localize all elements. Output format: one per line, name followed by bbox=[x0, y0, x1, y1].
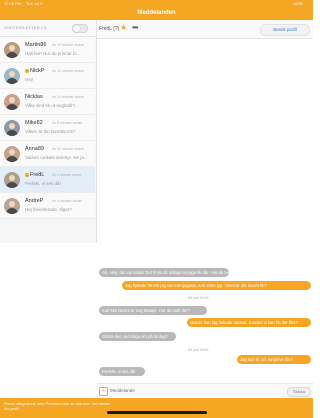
filter-toggle[interactable] bbox=[72, 24, 88, 33]
avatar-body bbox=[6, 104, 18, 110]
avatar-body bbox=[6, 208, 18, 214]
contact-name-text: Mike82 bbox=[25, 120, 43, 126]
contact-preview: Perfekt, vi ses då! bbox=[25, 181, 61, 186]
avatar-body bbox=[6, 78, 18, 84]
avatar-body bbox=[6, 182, 18, 188]
avatar-head bbox=[9, 175, 15, 181]
toggle-knob bbox=[73, 25, 80, 32]
chat-contact-name[interactable]: FredL (?) bbox=[99, 26, 119, 32]
conversation-list: SORTERA EFTER (?) Martin86 för 19 minuter… bbox=[0, 20, 97, 243]
incoming-message: Kul! Min favorit är nog Mataje. Har du v… bbox=[99, 306, 207, 315]
contact-item[interactable]: Anna89 för 11 minuter sedan Vadom runkale … bbox=[0, 141, 95, 167]
contact-preview: Vadom runkale äventyr. Ne ja... bbox=[25, 155, 87, 160]
list-toolbar: SORTERA EFTER (?) bbox=[0, 20, 96, 37]
status-time: 12:05 PM bbox=[4, 1, 22, 6]
contact-name-text: AndreP bbox=[25, 198, 44, 204]
contact-name: FredL bbox=[25, 172, 44, 178]
contact-preview: Hej! bbox=[25, 77, 34, 82]
incoming-message: Perfekt, vi ses då! bbox=[99, 367, 145, 376]
contact-time: för 24 minuter sedan bbox=[52, 95, 85, 99]
date-separator: 04 juli 2019 bbox=[188, 295, 209, 300]
contact-item[interactable]: FredL för 1 timmar sedan Perfekt, vi ses d… bbox=[0, 167, 95, 193]
contact-preview: Vilka vind ek ut augbokl?... bbox=[25, 103, 79, 108]
message-thread: Ah, okej, det var kalas! Det finns så må… bbox=[97, 39, 313, 382]
contact-name-text: Nicklas bbox=[25, 94, 43, 100]
more-icon[interactable]: ••• bbox=[132, 24, 138, 32]
contact-time: för 11 minuter sedan bbox=[52, 69, 84, 73]
avatar-head bbox=[9, 149, 15, 155]
incoming-message: Gärna det, vad säga om på lördag? bbox=[99, 332, 176, 341]
avatar-head bbox=[9, 71, 15, 77]
status-date: Tue Jul 9 bbox=[26, 1, 43, 6]
input-bar: + Skicka bbox=[97, 383, 313, 398]
contact-name-text: Martin86 bbox=[25, 42, 47, 48]
avatar bbox=[4, 146, 20, 162]
contact-time: för 1 timmar sedan bbox=[52, 173, 82, 177]
avatar-head bbox=[9, 97, 15, 103]
contact-item[interactable]: AndreP för 4 minuter sedan Hej favoriterad… bbox=[0, 193, 95, 219]
contact-time: för 19 minuter sedan bbox=[52, 43, 85, 47]
attach-icon[interactable]: + bbox=[99, 387, 108, 396]
contact-name: Anna89 bbox=[25, 146, 44, 152]
contact-time: för 11 minuter sedan bbox=[52, 147, 84, 151]
home-indicator bbox=[107, 411, 207, 414]
contact-preview: Hej favoriterade, digar? bbox=[25, 207, 72, 212]
contact-preview: Vilken är din favoritsorts? bbox=[25, 129, 76, 134]
contact-item[interactable]: NickP för 11 minuter sedan Hej! bbox=[0, 63, 95, 89]
contact-time: för 4 minuter sedan bbox=[52, 199, 83, 203]
star-icon[interactable]: ★ bbox=[120, 24, 127, 32]
contact-name: NickP bbox=[25, 68, 44, 74]
online-status-icon bbox=[25, 172, 29, 177]
date-separator: 04 juli 2019 bbox=[188, 347, 209, 352]
avatar-head bbox=[9, 123, 15, 129]
contact-name: Martin86 bbox=[25, 42, 46, 48]
chat-header: FredL (?) ★ ••• Besök profil bbox=[97, 20, 313, 39]
contact-item[interactable]: Nicklas för 24 minuter sedan Vilka vind ek… bbox=[0, 89, 95, 115]
contact-time: för 8 minuter sedan bbox=[52, 121, 83, 125]
outgoing-message: Jag kan kl. 10, lunglove din? bbox=[237, 355, 311, 364]
incoming-message: Ah, okej, det var kalas! Det finns så må… bbox=[99, 268, 229, 277]
outgoing-message: Manze hon jag hakade neutral. Kanske vi … bbox=[187, 318, 311, 327]
contact-name: AndreP bbox=[25, 198, 43, 204]
contact-name-text: Anna89 bbox=[25, 146, 44, 152]
premium-banner[interactable]: Prova obegränsat med Premium och se alla… bbox=[0, 398, 313, 418]
status-bar: 12:05 PM Tue Jul 9 100% bbox=[0, 0, 313, 8]
avatar bbox=[4, 94, 20, 110]
avatar-head bbox=[9, 45, 15, 51]
avatar-body bbox=[6, 52, 18, 58]
status-battery: 100% bbox=[293, 1, 304, 6]
avatar-head bbox=[9, 201, 15, 207]
contact-name-text: FredL bbox=[30, 172, 45, 178]
contact-name: Mike82 bbox=[25, 120, 43, 126]
avatar-body bbox=[6, 156, 18, 162]
contact-name: Nicklas bbox=[25, 94, 43, 100]
contact-item[interactable]: Martin86 för 19 minuter sedan Hall hur! Hu… bbox=[0, 37, 95, 63]
message-input[interactable] bbox=[110, 386, 280, 395]
avatar bbox=[4, 68, 20, 84]
outgoing-message: Jag flyttade hit när jag var mitt tjugot… bbox=[122, 281, 311, 290]
visit-profile-button[interactable]: Besök profil bbox=[260, 24, 310, 36]
sort-label[interactable]: SORTERA EFTER (?) bbox=[4, 25, 47, 30]
nav-bar: Meddelanden bbox=[0, 8, 313, 20]
avatar bbox=[4, 198, 20, 214]
avatar bbox=[4, 120, 20, 136]
contact-item[interactable]: Mike82 för 8 minuter sedan Vilken är din f… bbox=[0, 115, 95, 141]
contact-name-text: NickP bbox=[30, 68, 45, 74]
avatar-body bbox=[6, 130, 18, 136]
avatar bbox=[4, 42, 20, 58]
send-button[interactable]: Skicka bbox=[287, 387, 311, 397]
contact-preview: Hall hur! Hur du prinnat fo... bbox=[25, 51, 81, 56]
avatar bbox=[4, 172, 20, 188]
online-status-icon bbox=[25, 68, 29, 73]
page-title: Meddelanden bbox=[137, 10, 176, 16]
banner-text: Prova obegränsat med Premium och se alla… bbox=[4, 401, 111, 411]
